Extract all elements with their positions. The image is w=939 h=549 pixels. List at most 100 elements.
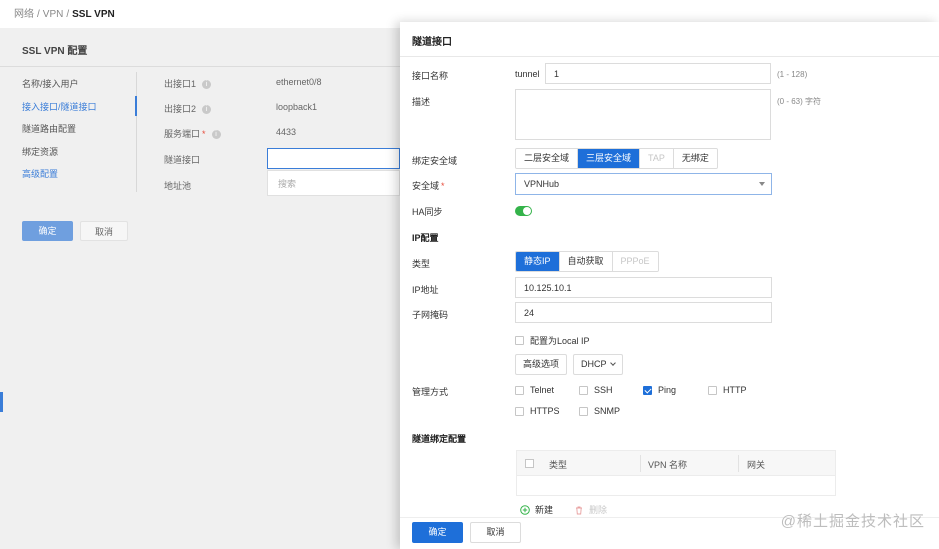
checkbox-box[interactable] [515, 336, 524, 345]
table-header: 类型 VPN 名称 网关 [517, 451, 835, 476]
description-textarea[interactable] [515, 89, 771, 140]
mgmt-http[interactable]: HTTP [708, 385, 747, 395]
service-port-label: 服务端口 * i [164, 127, 221, 140]
dhcp-dropdown-button[interactable]: DHCP [573, 354, 623, 375]
subnet-mask-input[interactable]: 24 [515, 302, 772, 323]
ok-button[interactable]: 确定 [412, 522, 463, 543]
advanced-options-button[interactable]: 高级选项 [515, 354, 568, 375]
wizard-steps: 名称/接入用户 接入接口/隧道接口 隧道路由配置 绑定资源 高级配置 [22, 78, 97, 191]
breadcrumb: 网络 / VPN / SSL VPN [14, 5, 115, 20]
col-vpn-name: VPN 名称 [648, 460, 688, 470]
type-label: 类型 [412, 259, 431, 269]
tunnel-dropdown: 搜索 [267, 170, 400, 196]
breadcrumb-network[interactable]: 网络 [14, 9, 34, 20]
out-interface2-value: loopback1 [276, 102, 318, 112]
caret-down-icon [759, 182, 765, 186]
ip-config-heading: IP配置 [412, 233, 439, 243]
mgmt-label: 管理方式 [412, 387, 449, 397]
checkbox-checked[interactable] [643, 385, 652, 395]
out-interface1-label: 出接口1 i [164, 77, 212, 90]
bind-zone-group: 二层安全域 三层安全域 TAP 无绑定 [515, 148, 718, 169]
breadcrumb-separator: / [37, 9, 40, 20]
bind-zone-tap: TAP [640, 149, 674, 168]
https-label: HTTPS [530, 406, 560, 416]
zone-label: 安全域 * [412, 181, 445, 191]
tunnel-interface-drawer: 隧道接口 接口名称 tunnel 1 (1 - 128) 描述 (0 - 63)… [400, 22, 939, 549]
ha-sync-label: HA同步 [412, 207, 443, 217]
checkbox-box[interactable] [708, 385, 717, 395]
if-name-prefix: tunnel [515, 69, 540, 79]
zone-select-value: VPNHub [524, 179, 560, 189]
ha-sync-toggle[interactable] [515, 206, 532, 216]
drawer-title: 隧道接口 [412, 37, 452, 48]
bind-zone-l2[interactable]: 二层安全域 [516, 149, 579, 168]
step-tunnel-route[interactable]: 隧道路由配置 [22, 123, 97, 146]
if-name-input[interactable]: 1 [545, 63, 771, 84]
description-hint: (0 - 63) 字符 [777, 97, 822, 106]
checkbox-box[interactable] [515, 406, 524, 416]
toggle-knob [523, 207, 531, 215]
watermark: @稀土掘金技术社区 [780, 513, 925, 530]
chevron-down-icon [609, 360, 616, 366]
back-cancel-button[interactable]: 取消 [80, 221, 128, 241]
out-interface1-value: ethernet0/8 [276, 77, 322, 87]
subnet-mask-label: 子网掩码 [412, 310, 449, 320]
bind-zone-label: 绑定安全域 [412, 156, 458, 166]
zone-select[interactable]: VPNHub [515, 173, 772, 195]
snmp-label: SNMP [594, 406, 621, 416]
if-name-hint: (1 - 128) [777, 70, 808, 79]
col-gateway: 网关 [747, 460, 766, 470]
step-bind-resource[interactable]: 绑定资源 [22, 146, 97, 169]
divider [400, 56, 939, 57]
ip-type-pppoe: PPPoE [612, 252, 658, 271]
mgmt-snmp[interactable]: SNMP [579, 406, 620, 416]
tunnel-interface-select[interactable] [267, 148, 400, 169]
info-icon[interactable]: i [211, 130, 221, 140]
local-ip-checkbox[interactable]: 配置为Local IP [515, 334, 590, 347]
add-button[interactable]: 新建 [520, 503, 553, 516]
service-port-value: 4433 [276, 127, 297, 137]
select-all-checkbox[interactable] [525, 459, 534, 468]
mgmt-telnet[interactable]: Telnet [515, 385, 554, 395]
checkbox-box[interactable] [579, 406, 588, 416]
mgmt-ping[interactable]: Ping [643, 385, 676, 395]
tunnel-binding-table: 类型 VPN 名称 网关 [516, 450, 836, 496]
breadcrumb-vpn[interactable]: VPN [43, 9, 64, 20]
address-pool-label: 地址池 [164, 181, 192, 191]
checkbox-box[interactable] [515, 385, 524, 395]
col-type: 类型 [549, 460, 568, 470]
dropdown-search-input[interactable]: 搜索 [278, 177, 296, 190]
tunnel-binding-heading: 隧道绑定配置 [412, 434, 467, 444]
ip-type-dhcp[interactable]: 自动获取 [559, 252, 613, 271]
if-name-label: 接口名称 [412, 71, 449, 81]
col-separator [738, 455, 739, 472]
checkbox-box[interactable] [579, 385, 588, 395]
step-advanced[interactable]: 高级配置 [22, 168, 97, 191]
plus-circle-icon [520, 504, 530, 515]
description-label: 描述 [412, 97, 431, 107]
breadcrumb-separator: / [66, 9, 70, 20]
mgmt-ssh[interactable]: SSH [579, 385, 613, 395]
cancel-button[interactable]: 取消 [470, 522, 521, 543]
ip-address-label: IP地址 [412, 285, 439, 295]
telnet-label: Telnet [530, 385, 555, 395]
step-interface[interactable]: 接入接口/隧道接口 [22, 101, 97, 124]
ip-type-static[interactable]: 静态IP [516, 252, 560, 271]
active-step-indicator [135, 96, 137, 116]
info-icon[interactable]: i [202, 80, 212, 90]
ip-type-group: 静态IP 自动获取 PPPoE [515, 251, 659, 272]
breadcrumb-current: SSL VPN [72, 9, 115, 20]
mgmt-https[interactable]: HTTPS [515, 406, 560, 416]
ip-address-input[interactable]: 10.125.10.1 [515, 277, 772, 298]
bind-zone-none[interactable]: 无绑定 [673, 149, 717, 168]
step-name-users[interactable]: 名称/接入用户 [22, 78, 97, 101]
trash-icon [576, 506, 582, 514]
ping-label: Ping [658, 385, 677, 395]
local-ip-label: 配置为Local IP [530, 336, 590, 346]
out-interface2-label: 出接口2 i [164, 102, 212, 115]
back-ok-button[interactable]: 确定 [22, 221, 73, 241]
page-title: SSL VPN 配置 [22, 46, 88, 57]
info-icon[interactable]: i [202, 105, 212, 115]
delete-button: 删除 [574, 503, 607, 516]
bind-zone-l3[interactable]: 三层安全域 [578, 149, 641, 168]
